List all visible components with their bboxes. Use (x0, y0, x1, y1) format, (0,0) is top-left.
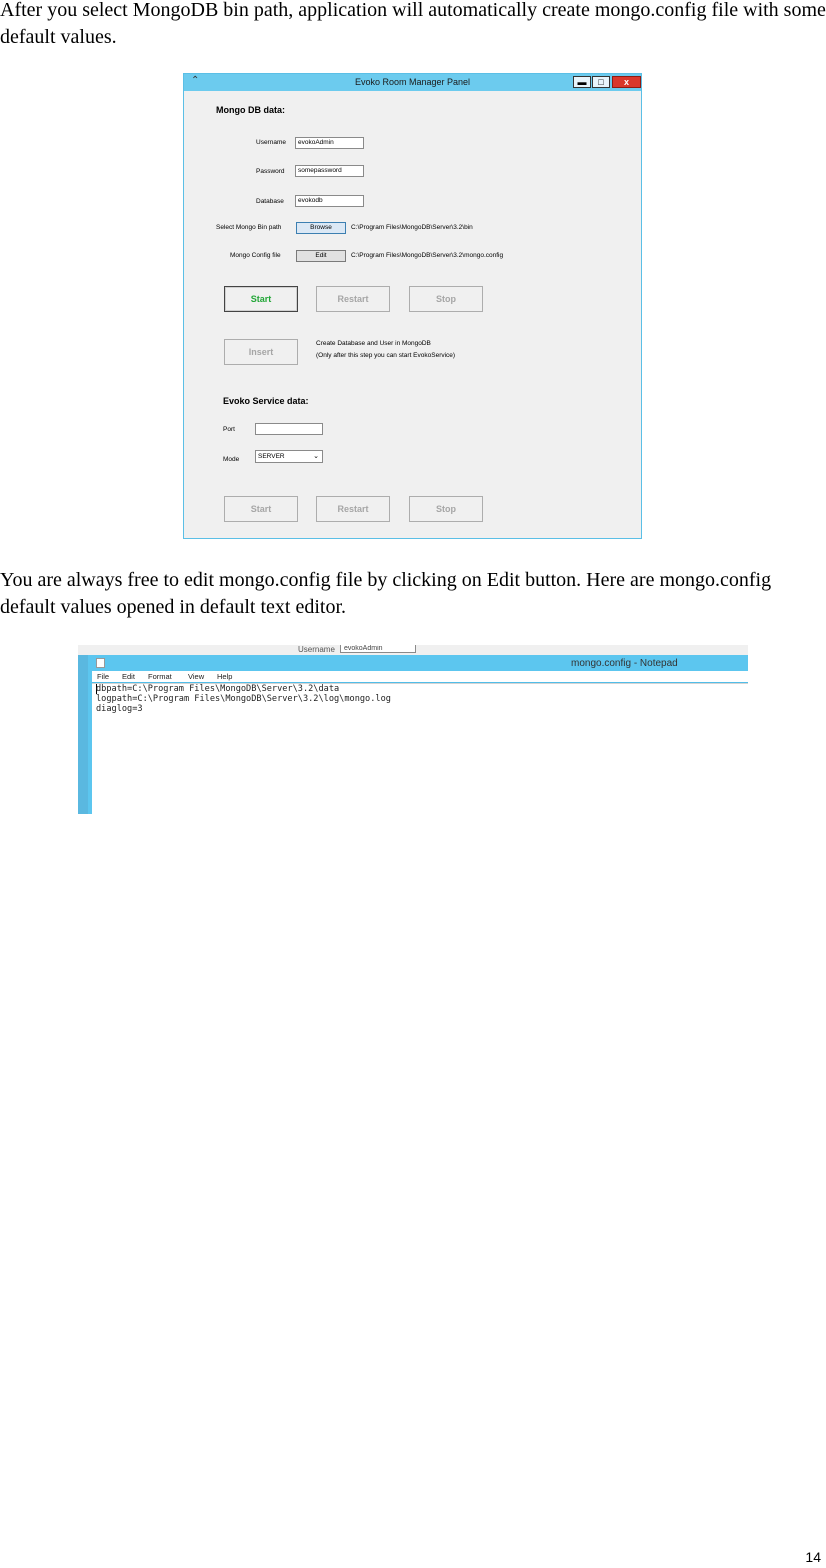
notepad-icon (96, 658, 105, 668)
menu-format[interactable]: Format (148, 672, 172, 681)
database-field[interactable]: evokodb (295, 195, 364, 207)
config-file-label: Mongo Config file (230, 252, 281, 259)
username-field[interactable]: evokoAdmin (295, 137, 364, 149)
window-titlebar: ⌃ Evoko Room Manager Panel ▬ □ x (184, 74, 641, 91)
port-field[interactable] (255, 423, 323, 435)
bin-path-value: C:\Program Files\MongoDB\Server\3.2\bin (351, 224, 473, 231)
background-username-field: evokoAdmin (340, 645, 416, 653)
config-line-diaglog: diaglog=3 (96, 704, 143, 714)
left-border (78, 655, 88, 814)
notepad-screenshot: Username evokoAdmin mongo.config - Notep… (78, 645, 748, 814)
edit-button[interactable]: Edit (296, 250, 346, 262)
minimize-button[interactable]: ▬ (573, 76, 591, 88)
mode-select-value: SERVER (258, 453, 285, 460)
page-number: 14 (805, 1549, 821, 1565)
insert-button[interactable]: Insert (224, 339, 298, 365)
mongo-restart-button[interactable]: Restart (316, 286, 390, 312)
background-username-label: Username (298, 645, 335, 654)
password-field[interactable]: somepassword (295, 165, 364, 177)
mongo-stop-button[interactable]: Stop (409, 286, 483, 312)
notepad-title: mongo.config - Notepad (571, 658, 678, 669)
intro-paragraph: After you select MongoDB bin path, appli… (0, 0, 826, 48)
maximize-button[interactable]: □ (592, 76, 610, 88)
insert-note-line1: Create Database and User in MongoDB (316, 340, 431, 347)
notepad-menubar (88, 671, 748, 682)
username-label: Username (256, 139, 286, 146)
menu-file[interactable]: File (97, 672, 109, 681)
browse-button[interactable]: Browse (296, 222, 346, 234)
menu-edit[interactable]: Edit (122, 672, 135, 681)
config-path-value: C:\Program Files\MongoDB\Server\3.2\mong… (351, 252, 504, 259)
mode-select[interactable]: SERVER ⌄ (255, 450, 323, 463)
mongo-start-button[interactable]: Start (224, 286, 298, 312)
config-line-logpath: logpath=C:\Program Files\MongoDB\Server\… (96, 694, 391, 704)
password-label: Password (256, 168, 285, 175)
config-line-dbpath: dbpath=C:\Program Files\MongoDB\Server\3… (96, 684, 340, 694)
edit-paragraph: You are always free to edit mongo.config… (0, 569, 772, 618)
mode-label: Mode (223, 456, 240, 463)
service-start-button[interactable]: Start (224, 496, 298, 522)
evoko-section-heading: Evoko Service data: (223, 396, 309, 406)
database-label: Database (256, 198, 284, 205)
mongo-section-heading: Mongo DB data: (216, 105, 285, 115)
service-restart-button[interactable]: Restart (316, 496, 390, 522)
menu-help[interactable]: Help (217, 672, 232, 681)
bin-path-label: Select Mongo Bin path (216, 224, 282, 231)
port-label: Port (223, 426, 235, 433)
insert-note-line2: (Only after this step you can start Evok… (316, 352, 456, 359)
service-stop-button[interactable]: Stop (409, 496, 483, 522)
menu-view[interactable]: View (188, 672, 204, 681)
close-button[interactable]: x (612, 76, 641, 88)
evoko-window: ⌃ Evoko Room Manager Panel ▬ □ x Mongo D… (183, 73, 642, 539)
chevron-down-icon: ⌄ (313, 453, 319, 460)
